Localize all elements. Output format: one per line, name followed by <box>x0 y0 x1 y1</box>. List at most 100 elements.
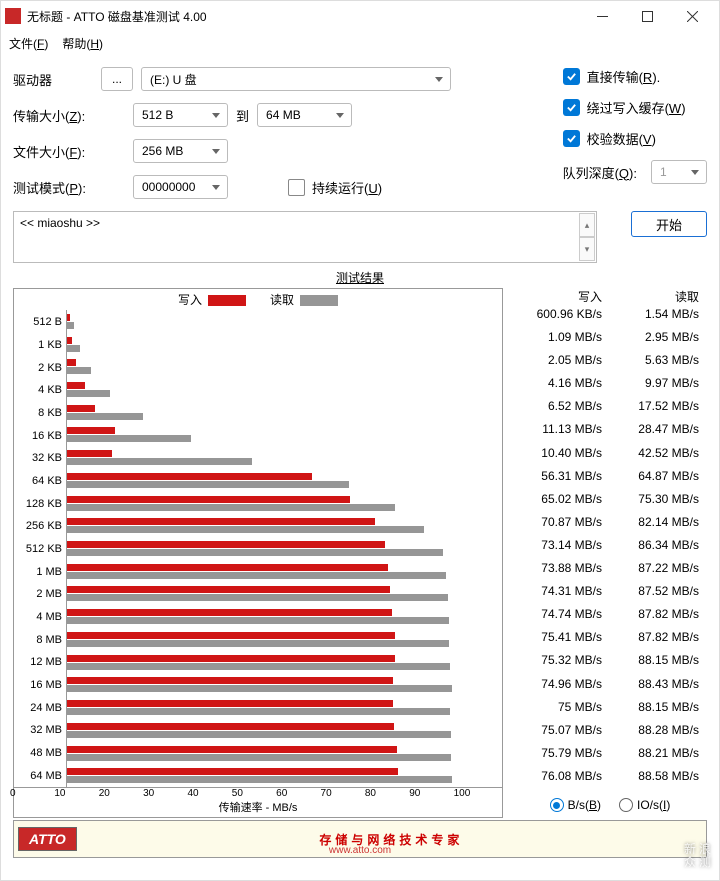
write-bar <box>67 518 375 525</box>
read-bar <box>67 754 451 761</box>
y-tick: 24 MB <box>14 696 66 719</box>
y-tick: 1 KB <box>14 334 66 357</box>
description-box[interactable]: << miaoshu >> ▴ ▾ <box>13 211 597 263</box>
data-row: 76.08 MB/s88.58 MB/s <box>513 769 707 792</box>
x-tick: 10 <box>54 788 98 799</box>
data-row: 11.13 MB/s28.47 MB/s <box>513 422 707 445</box>
read-bar <box>67 617 449 624</box>
browse-button[interactable]: ... <box>101 67 133 91</box>
read-value: 1.54 MB/s <box>610 307 707 330</box>
label-verify-data: 校验数据(V) <box>587 129 656 148</box>
y-tick: 32 MB <box>14 719 66 742</box>
label-file-size: 文件大小(F): <box>13 142 93 161</box>
write-bar <box>67 655 395 662</box>
direct-io-checkbox[interactable] <box>563 68 580 85</box>
x-axis-label: 传输速率 - MB/s <box>14 799 502 815</box>
y-tick: 16 MB <box>14 674 66 697</box>
write-value: 70.87 MB/s <box>513 515 610 538</box>
read-bar <box>67 708 450 715</box>
x-tick: 40 <box>187 788 231 799</box>
label-direct-io: 直接传输(R). <box>587 67 661 86</box>
bypass-cache-checkbox[interactable] <box>563 99 580 116</box>
read-bar <box>67 549 443 556</box>
write-value: 10.40 MB/s <box>513 446 610 469</box>
label-queue-depth: 队列深度(Q): <box>563 163 637 182</box>
verify-data-checkbox[interactable] <box>563 130 580 147</box>
maximize-button[interactable] <box>625 2 670 30</box>
minimize-button[interactable] <box>580 2 625 30</box>
bar-row <box>67 310 502 333</box>
read-value: 86.34 MB/s <box>610 538 707 561</box>
data-row: 10.40 MB/s42.52 MB/s <box>513 446 707 469</box>
menubar: 文件(F) 帮助(H) <box>1 31 719 55</box>
write-value: 75 MB/s <box>513 700 610 723</box>
y-tick: 8 MB <box>14 628 66 651</box>
menu-help[interactable]: 帮助(H) <box>62 35 103 52</box>
close-button[interactable] <box>670 2 715 30</box>
radio-io-sec[interactable] <box>619 798 633 812</box>
y-tick: 256 KB <box>14 515 66 538</box>
label-transfer-size: 传输大小(Z): <box>13 106 93 125</box>
write-value: 75.41 MB/s <box>513 630 610 653</box>
data-row: 75.32 MB/s88.15 MB/s <box>513 653 707 676</box>
write-value: 73.14 MB/s <box>513 538 610 561</box>
start-button[interactable]: 开始 <box>631 211 707 237</box>
data-row: 75.07 MB/s88.28 MB/s <box>513 723 707 746</box>
x-tick: 80 <box>365 788 409 799</box>
bar-row <box>67 378 502 401</box>
read-value: 64.87 MB/s <box>610 469 707 492</box>
bar-row <box>67 674 502 697</box>
desc-spin-down[interactable]: ▾ <box>579 237 595 261</box>
write-bar <box>67 632 395 639</box>
legend-write-swatch <box>208 295 246 306</box>
desc-spin-up[interactable]: ▴ <box>579 213 595 237</box>
y-tick: 1 MB <box>14 560 66 583</box>
write-value: 75.07 MB/s <box>513 723 610 746</box>
radio-bytes-sec[interactable] <box>550 798 564 812</box>
read-value: 88.21 MB/s <box>610 746 707 769</box>
read-bar <box>67 640 449 647</box>
y-tick: 64 KB <box>14 470 66 493</box>
read-value: 5.63 MB/s <box>610 353 707 376</box>
data-row: 74.31 MB/s87.52 MB/s <box>513 584 707 607</box>
queue-depth-select[interactable]: 1 <box>651 160 707 184</box>
file-size-select[interactable]: 256 MB <box>133 139 228 163</box>
write-bar <box>67 427 115 434</box>
read-value: 17.52 MB/s <box>610 399 707 422</box>
bar-row <box>67 492 502 515</box>
read-bar <box>67 572 446 579</box>
bar-row <box>67 696 502 719</box>
write-bar <box>67 450 112 457</box>
bar-row <box>67 424 502 447</box>
bar-row <box>67 514 502 537</box>
continuous-checkbox[interactable] <box>288 179 305 196</box>
read-value: 42.52 MB/s <box>610 446 707 469</box>
data-row: 6.52 MB/s17.52 MB/s <box>513 399 707 422</box>
x-tick: 100 <box>454 788 498 799</box>
window-title: 无标题 - ATTO 磁盘基准测试 4.00 <box>27 8 580 25</box>
footer-banner: ATTO 存储与网络技术专家 www.atto.com <box>13 820 707 858</box>
write-value: 76.08 MB/s <box>513 769 610 792</box>
write-bar <box>67 359 76 366</box>
bar-row <box>67 333 502 356</box>
bar-row <box>67 446 502 469</box>
read-value: 9.97 MB/s <box>610 376 707 399</box>
data-row: 1.09 MB/s2.95 MB/s <box>513 330 707 353</box>
read-value: 88.15 MB/s <box>610 653 707 676</box>
col-read: 读取 <box>610 288 707 305</box>
write-bar <box>67 337 72 344</box>
write-bar <box>67 677 393 684</box>
size-to-select[interactable]: 64 MB <box>257 103 352 127</box>
write-value: 74.96 MB/s <box>513 677 610 700</box>
menu-file[interactable]: 文件(F) <box>9 35 48 52</box>
write-bar <box>67 609 392 616</box>
size-from-select[interactable]: 512 B <box>133 103 228 127</box>
data-row: 70.87 MB/s82.14 MB/s <box>513 515 707 538</box>
test-mode-select[interactable]: 00000000 <box>133 175 228 199</box>
drive-select[interactable]: (E:) U 盘 <box>141 67 451 91</box>
write-bar <box>67 314 70 321</box>
write-value: 2.05 MB/s <box>513 353 610 376</box>
bar-row <box>67 469 502 492</box>
write-value: 73.88 MB/s <box>513 561 610 584</box>
y-tick: 2 KB <box>14 356 66 379</box>
